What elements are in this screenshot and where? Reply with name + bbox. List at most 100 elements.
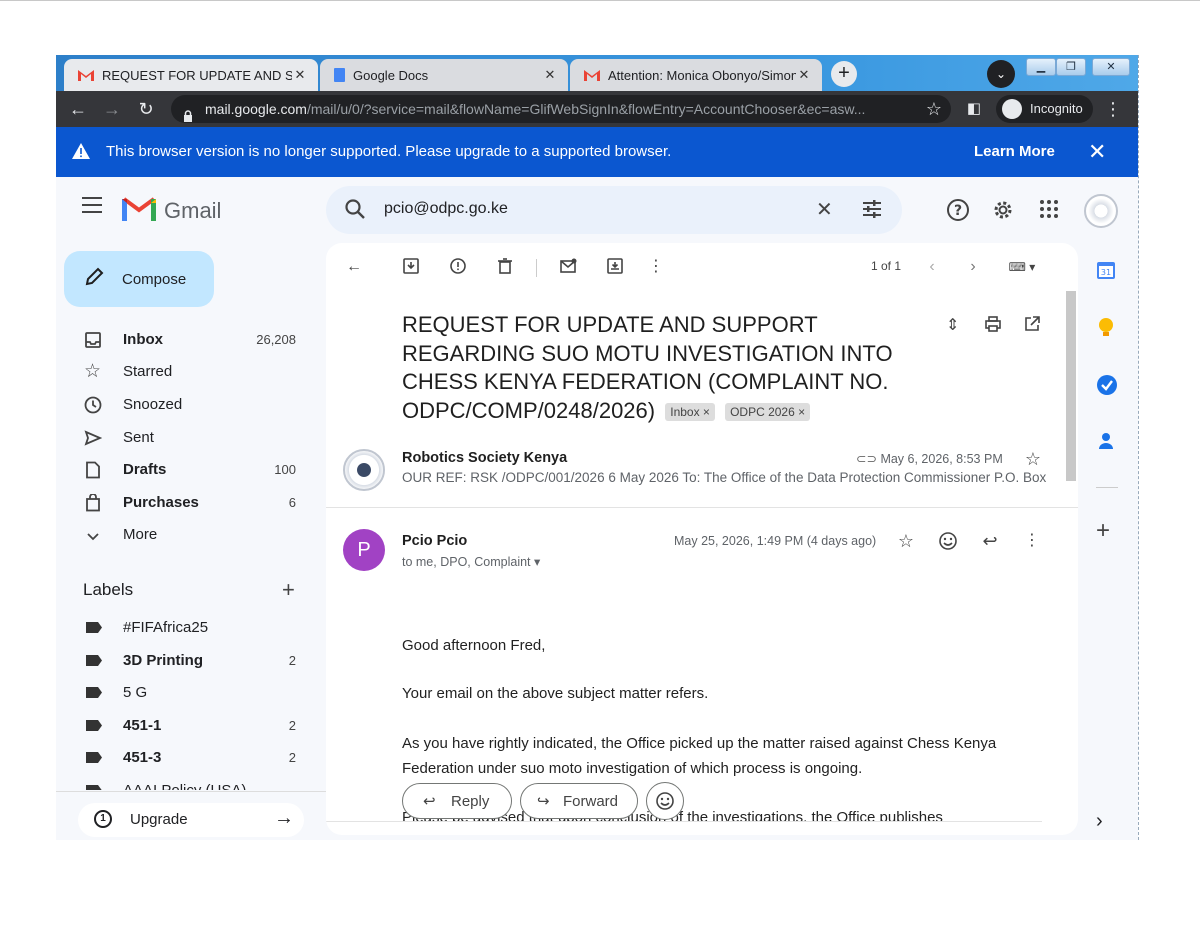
- mark-unread-icon[interactable]: [558, 257, 578, 277]
- keyboard-icon[interactable]: ⌨ ▾: [1002, 257, 1042, 277]
- browser-titlebar: REQUEST FOR UPDATE AND SUP ✕ Google Docs…: [56, 55, 1138, 91]
- recipients[interactable]: to me, DPO, Complaint ▾: [402, 554, 540, 569]
- sidebar-item-purchases[interactable]: Purchases 6: [56, 486, 306, 519]
- search-bar[interactable]: pcio@odpc.go.ke ✕: [326, 186, 902, 234]
- label-chip-inbox[interactable]: Inbox ×: [665, 402, 715, 421]
- scrollbar-thumb[interactable]: [1066, 291, 1076, 481]
- star-icon[interactable]: ☆: [1023, 449, 1043, 469]
- compose-button[interactable]: Compose: [64, 251, 214, 307]
- new-tab-button[interactable]: +: [831, 61, 857, 87]
- side-panel-icon[interactable]: ◧: [964, 99, 984, 119]
- gmail-icon: [78, 69, 94, 81]
- sender-name[interactable]: Pcio Pcio: [402, 533, 467, 549]
- close-icon[interactable]: ✕: [292, 67, 308, 83]
- report-spam-icon[interactable]: [448, 257, 468, 277]
- sidebar-item-starred[interactable]: ☆ Starred: [56, 356, 306, 389]
- message-snippet[interactable]: OUR REF: RSK /ODPC/001/2026 6 May 2026 T…: [402, 470, 1047, 485]
- contacts-icon[interactable]: [1096, 431, 1118, 453]
- label-tag-icon: [86, 752, 102, 763]
- reload-icon[interactable]: ↻: [136, 99, 156, 119]
- label-item[interactable]: #FIFAfrica25: [56, 613, 306, 645]
- star-icon: ☆: [84, 360, 102, 382]
- incognito-indicator[interactable]: Incognito: [996, 95, 1093, 123]
- sidebar-item-more[interactable]: More: [56, 519, 306, 552]
- svg-text:?: ?: [954, 203, 962, 219]
- upgrade-button[interactable]: 1 Upgrade →: [78, 803, 304, 837]
- expand-all-icon[interactable]: ⇕: [946, 315, 959, 335]
- help-icon[interactable]: ?: [946, 198, 972, 224]
- more-vert-icon[interactable]: ⋮: [1022, 531, 1042, 551]
- older-chevron-icon[interactable]: ›: [963, 257, 983, 277]
- star-icon[interactable]: ☆: [896, 531, 916, 551]
- bag-icon: [84, 493, 102, 512]
- browser-tab-gmail-attention[interactable]: Attention: Monica Obonyo/Simon ✕: [570, 59, 822, 91]
- forward-arrow-icon[interactable]: →: [102, 99, 122, 119]
- sender-avatar[interactable]: [343, 449, 385, 491]
- clear-search-icon[interactable]: ✕: [816, 197, 833, 222]
- reply-button[interactable]: ↩ Reply: [402, 783, 512, 819]
- browser-tab-gmail-request[interactable]: REQUEST FOR UPDATE AND SUP ✕: [64, 59, 318, 91]
- get-addons-plus-icon[interactable]: +: [1096, 519, 1118, 543]
- main-menu-icon[interactable]: [82, 197, 104, 218]
- learn-more-link[interactable]: Learn More: [974, 143, 1055, 160]
- calendar-icon[interactable]: 31: [1096, 260, 1118, 282]
- gmail-logo[interactable]: Gmail: [122, 195, 221, 226]
- open-new-window-icon[interactable]: [1023, 315, 1041, 338]
- show-side-panel-chevron-icon[interactable]: ›: [1096, 811, 1118, 833]
- maximize-button[interactable]: ❐: [1056, 58, 1086, 76]
- incognito-icon: [1002, 99, 1022, 119]
- labels-heading: Labels: [83, 580, 134, 599]
- minimize-button[interactable]: ▁: [1026, 58, 1056, 76]
- reply-icon[interactable]: ↩: [980, 531, 1000, 551]
- arrow-right-icon: →: [274, 807, 294, 829]
- keep-icon[interactable]: [1096, 317, 1118, 339]
- close-icon[interactable]: ✕: [796, 67, 812, 83]
- newer-chevron-icon[interactable]: ‹: [922, 257, 942, 277]
- label-item[interactable]: AAAI Policy (USA): [56, 776, 306, 790]
- reading-pane: ← ⋮ 1 of 1 ‹ › ⌨ ▾ REQUEST FOR UPDATE AN…: [326, 243, 1078, 835]
- label-tag-icon: [86, 655, 102, 666]
- sender-name[interactable]: Robotics Society Kenya: [402, 450, 567, 466]
- label-chip-odpc[interactable]: ODPC 2026 ×: [725, 402, 811, 421]
- emoji-icon: [655, 791, 675, 816]
- label-item[interactable]: 5 G: [56, 678, 306, 710]
- tab-search-button[interactable]: ⌄: [987, 60, 1015, 88]
- tasks-icon[interactable]: [1096, 374, 1118, 396]
- browser-tab-google-docs[interactable]: Google Docs ✕: [320, 59, 568, 91]
- bookmark-star-icon[interactable]: ☆: [924, 99, 944, 119]
- search-icon[interactable]: [344, 198, 366, 225]
- emoji-icon[interactable]: [938, 531, 958, 551]
- window-close-button[interactable]: ✕: [1092, 58, 1130, 76]
- search-input[interactable]: pcio@odpc.go.ke: [384, 200, 508, 218]
- sidebar-item-inbox[interactable]: Inbox 26,208: [56, 323, 306, 356]
- sidebar-item-sent[interactable]: Sent: [56, 421, 306, 454]
- move-to-icon[interactable]: [605, 257, 625, 277]
- sender-avatar[interactable]: P: [343, 529, 385, 571]
- label-item[interactable]: 451-1 2: [56, 711, 306, 743]
- browser-menu-icon[interactable]: ⋮: [1103, 99, 1123, 119]
- body-fold-divider: [326, 821, 1042, 822]
- back-arrow-icon[interactable]: ←: [68, 99, 88, 119]
- search-options-icon[interactable]: [861, 198, 883, 225]
- upgrade-icon: 1: [94, 810, 112, 828]
- sidebar-item-drafts[interactable]: Drafts 100: [56, 453, 306, 486]
- apps-grid-icon[interactable]: [1038, 198, 1064, 224]
- delete-icon[interactable]: [495, 257, 515, 277]
- archive-icon[interactable]: [401, 257, 421, 277]
- label-item[interactable]: 451-3 2: [56, 743, 306, 775]
- sidebar-item-snoozed[interactable]: Snoozed: [56, 388, 306, 421]
- close-icon[interactable]: ✕: [542, 67, 558, 83]
- more-vert-icon[interactable]: ⋮: [646, 257, 666, 277]
- account-avatar[interactable]: [1084, 194, 1118, 228]
- settings-gear-icon[interactable]: [991, 198, 1017, 224]
- print-icon[interactable]: [984, 315, 1002, 338]
- emoji-react-button[interactable]: [646, 782, 684, 820]
- label-item[interactable]: 3D Printing 2: [56, 646, 306, 678]
- page-top-line: [0, 0, 1200, 1]
- close-icon[interactable]: ✕: [1088, 139, 1106, 165]
- url-field[interactable]: mail.google.com/mail/u/0/?service=mail&f…: [171, 95, 951, 123]
- forward-button[interactable]: ↪ Forward: [520, 783, 638, 819]
- back-arrow-icon[interactable]: ←: [344, 257, 364, 277]
- add-label-icon[interactable]: +: [282, 577, 295, 603]
- browser-window: REQUEST FOR UPDATE AND SUP ✕ Google Docs…: [56, 55, 1138, 840]
